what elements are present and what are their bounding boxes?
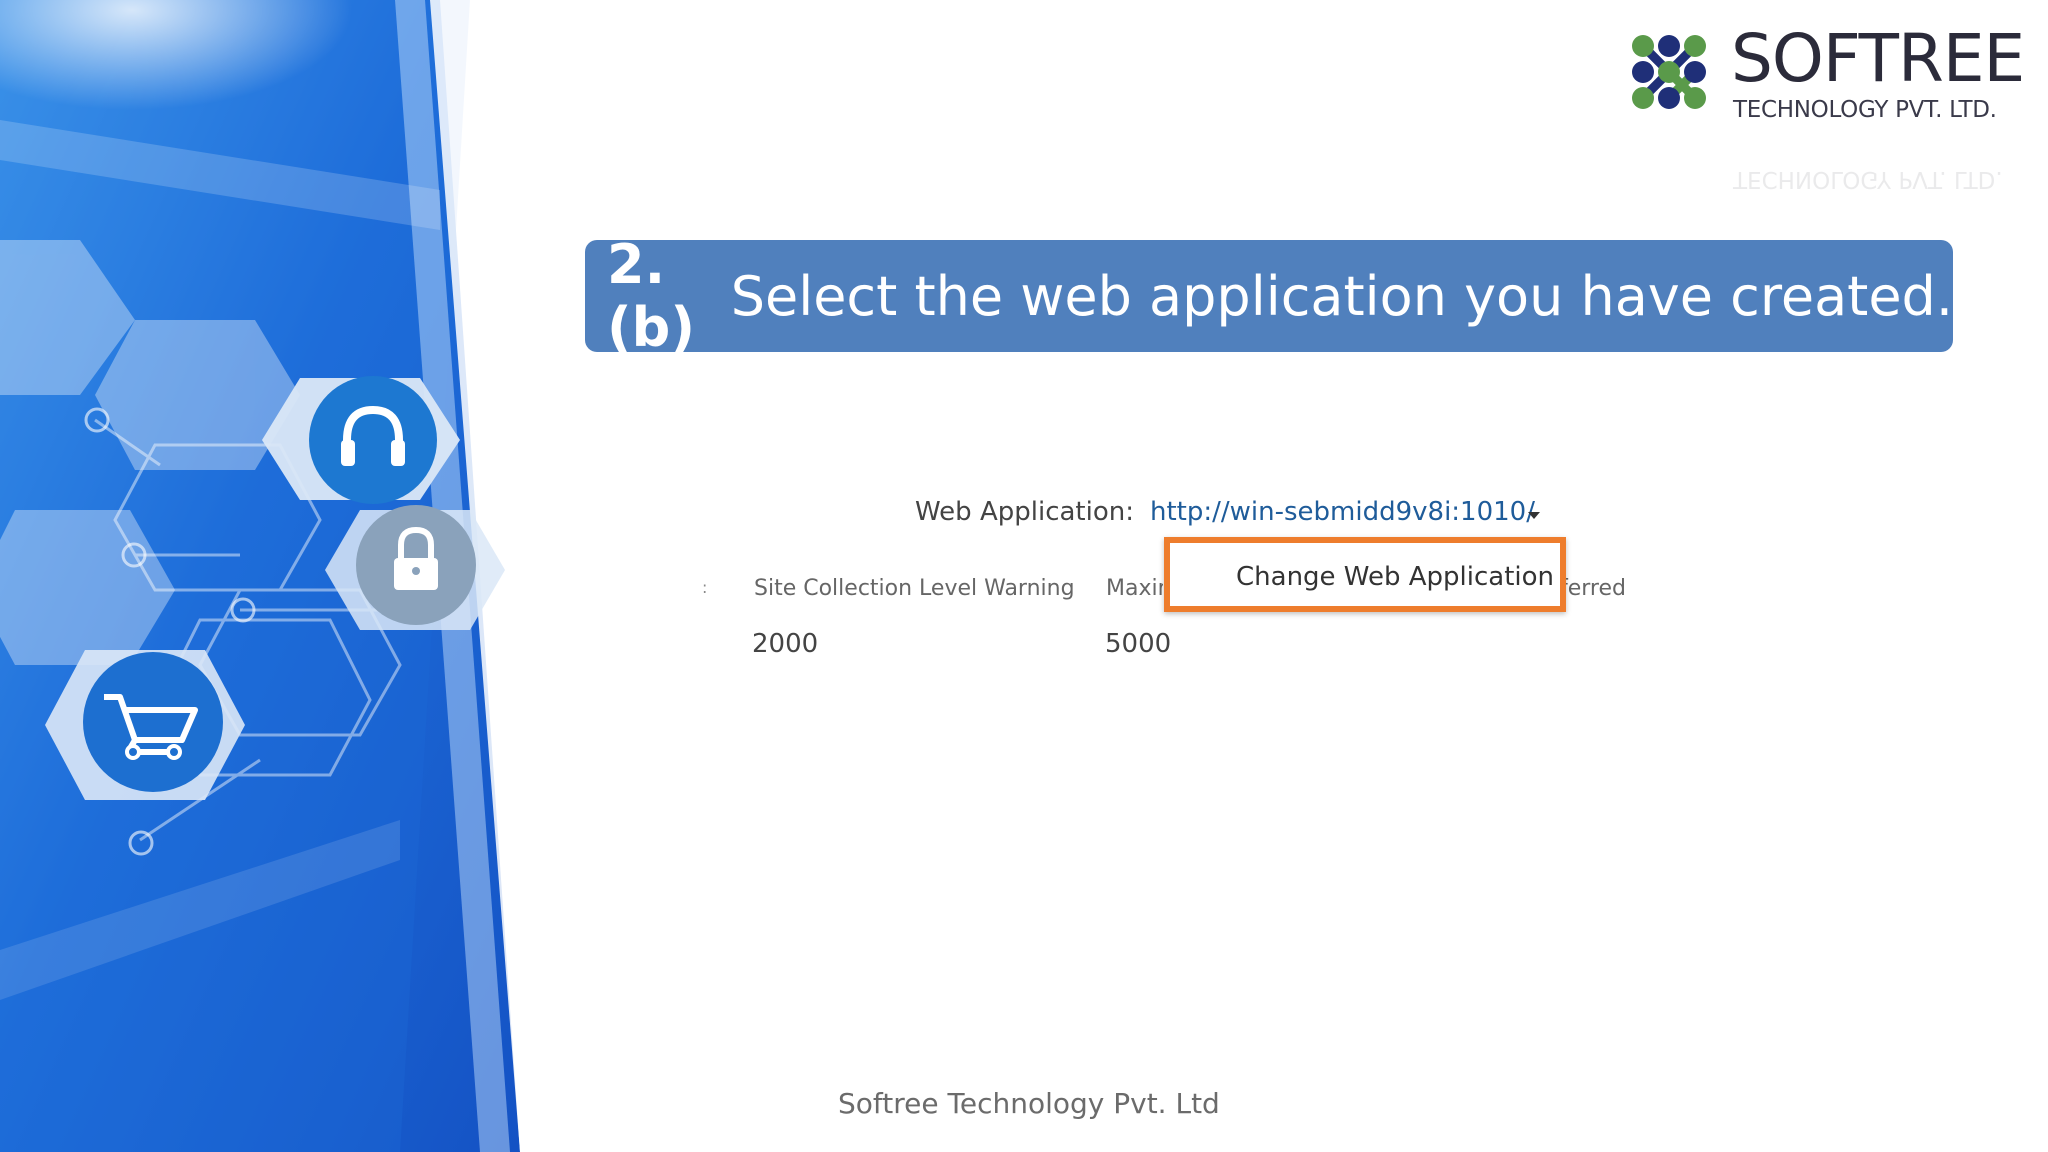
shopping-cart-icon [83,652,223,792]
footer-text: Softree Technology Pvt. Ltd [838,1087,1220,1120]
cell-maximum-value: 5000 [1105,629,1172,659]
instruction-banner: 2.(b) Select the web application you hav… [585,233,1953,359]
cell-warning-value: 2000 [752,629,819,659]
web-application-label: Web Application: [915,497,1134,527]
logo-subtitle: TECHNOLOGY PVT. LTD. [1733,97,1997,123]
logo-name: SOFTREE [1731,20,2025,97]
column-header-preferred: Preferred [1566,576,1626,601]
caret-down-icon[interactable] [1528,512,1540,519]
decorative-banner [0,0,600,1152]
column-separator: : [702,578,708,597]
web-application-selector[interactable]: http://win-sebmidd9v8i:1010/ [1150,497,1535,527]
change-web-application-menu-item[interactable]: Change Web Application [1236,562,1554,592]
column-header-maximum: Maximum [1106,576,1163,601]
company-logo: SOFTREE TECHNOLOGY PVT. LTD. [1625,24,2025,134]
column-header-warning: Site Collection Level Warning [754,576,1075,601]
logo-reflection-text: TECHNOLOGY PVT. LTD. [1733,166,2003,192]
instruction-text: Select the web application you have crea… [730,264,1953,328]
headphones-icon [309,376,437,504]
instruction-step: 2.(b) [607,233,696,359]
logo-reflection: TECHNOLOGY PVT. LTD. [1625,162,2025,192]
logo-mark-icon [1632,35,1706,109]
